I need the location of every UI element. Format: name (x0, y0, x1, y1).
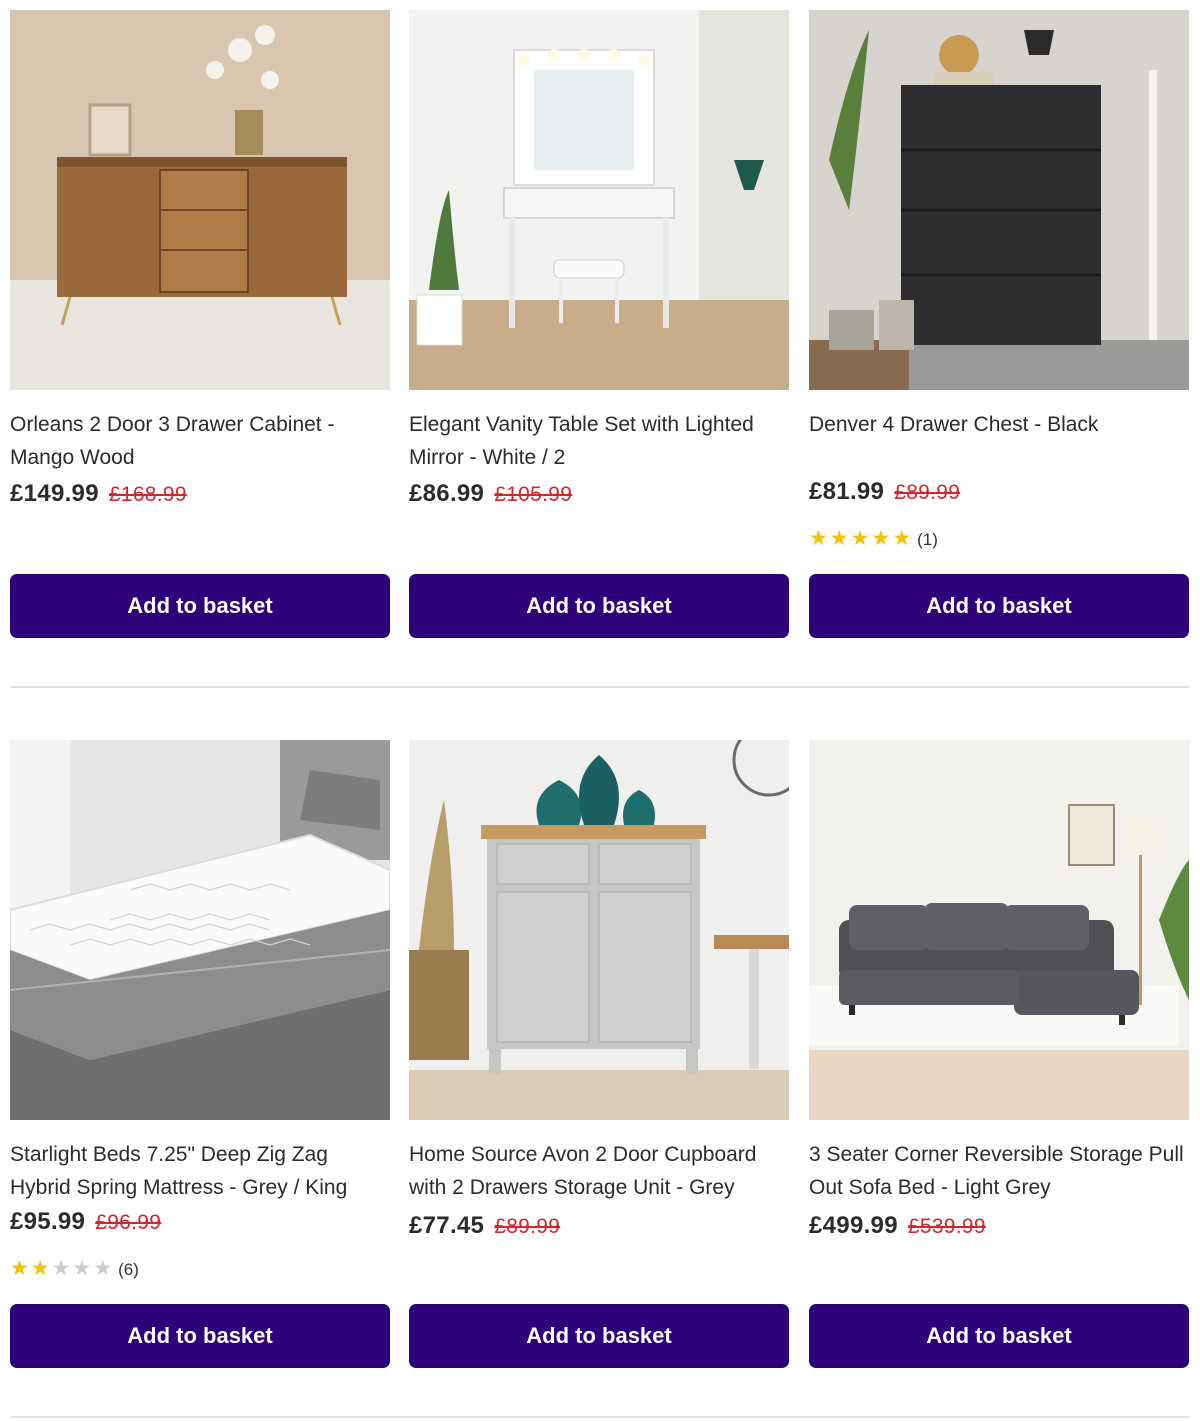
add-to-basket-button[interactable]: Add to basket (10, 1304, 390, 1368)
review-count[interactable]: (6) (118, 1260, 139, 1279)
star-icon: ★ (72, 1257, 94, 1280)
current-price: £77.45 (409, 1212, 485, 1239)
product-image[interactable] (10, 10, 390, 390)
product-image[interactable] (409, 740, 789, 1120)
product-title[interactable]: Starlight Beds 7.25" Deep Zig Zag Hybrid… (10, 1138, 390, 1204)
product-title[interactable]: Elegant Vanity Table Set with Lighted Mi… (409, 408, 789, 474)
star-icon: ★ (809, 527, 830, 550)
current-price: £81.99 (809, 478, 885, 505)
add-to-basket-button[interactable]: Add to basket (809, 1304, 1189, 1368)
add-to-basket-button[interactable]: Add to basket (809, 574, 1189, 638)
product-title[interactable]: Home Source Avon 2 Door Cupboard with 2 … (409, 1138, 789, 1204)
star-icon: ★ (30, 1257, 52, 1280)
current-price: £499.99 (809, 1212, 898, 1239)
product-title[interactable]: 3 Seater Corner Reversible Storage Pull … (809, 1138, 1189, 1204)
row-divider (10, 1416, 1189, 1418)
was-price: £168.99 (108, 483, 187, 506)
product-title[interactable]: Denver 4 Drawer Chest - Black (809, 408, 1189, 441)
add-to-basket-button[interactable]: Add to basket (10, 574, 390, 638)
add-to-basket-button[interactable]: Add to basket (409, 574, 789, 638)
current-price: £95.99 (10, 1208, 86, 1235)
product-image[interactable] (409, 10, 789, 390)
current-price: £86.99 (409, 480, 485, 507)
star-icon: ★ (93, 1257, 115, 1280)
price-row: £86.99 £105.99 (409, 480, 789, 508)
was-price: £89.99 (894, 481, 961, 504)
was-price: £89.99 (494, 1215, 561, 1238)
product-image[interactable] (10, 740, 390, 1120)
price-row: £95.99 £96.99 (10, 1208, 390, 1236)
price-row: £149.99 £168.99 (10, 480, 390, 508)
product-image[interactable] (809, 740, 1189, 1120)
product-image[interactable] (809, 10, 1189, 390)
star-icon: ★ (850, 527, 872, 550)
current-price: £149.99 (10, 480, 99, 507)
star-icon: ★ (10, 1257, 31, 1280)
was-price: £105.99 (494, 483, 573, 506)
price-row: £81.99 £89.99 (809, 478, 1189, 506)
add-to-basket-button[interactable]: Add to basket (409, 1304, 789, 1368)
price-row: £499.99 £539.99 (809, 1212, 1189, 1240)
star-rating: ★★★★★ (1) (809, 526, 1189, 551)
row-divider (10, 686, 1189, 688)
star-icon: ★ (829, 527, 851, 550)
was-price: £96.99 (95, 1211, 162, 1234)
star-icon: ★ (51, 1257, 73, 1280)
star-icon: ★ (871, 527, 893, 550)
review-count[interactable]: (1) (917, 530, 938, 549)
star-rating: ★★★★★ (6) (10, 1256, 390, 1281)
price-row: £77.45 £89.99 (409, 1212, 789, 1240)
star-icon: ★ (892, 527, 914, 550)
product-title[interactable]: Orleans 2 Door 3 Drawer Cabinet - Mango … (10, 408, 390, 474)
was-price: £539.99 (907, 1215, 986, 1238)
